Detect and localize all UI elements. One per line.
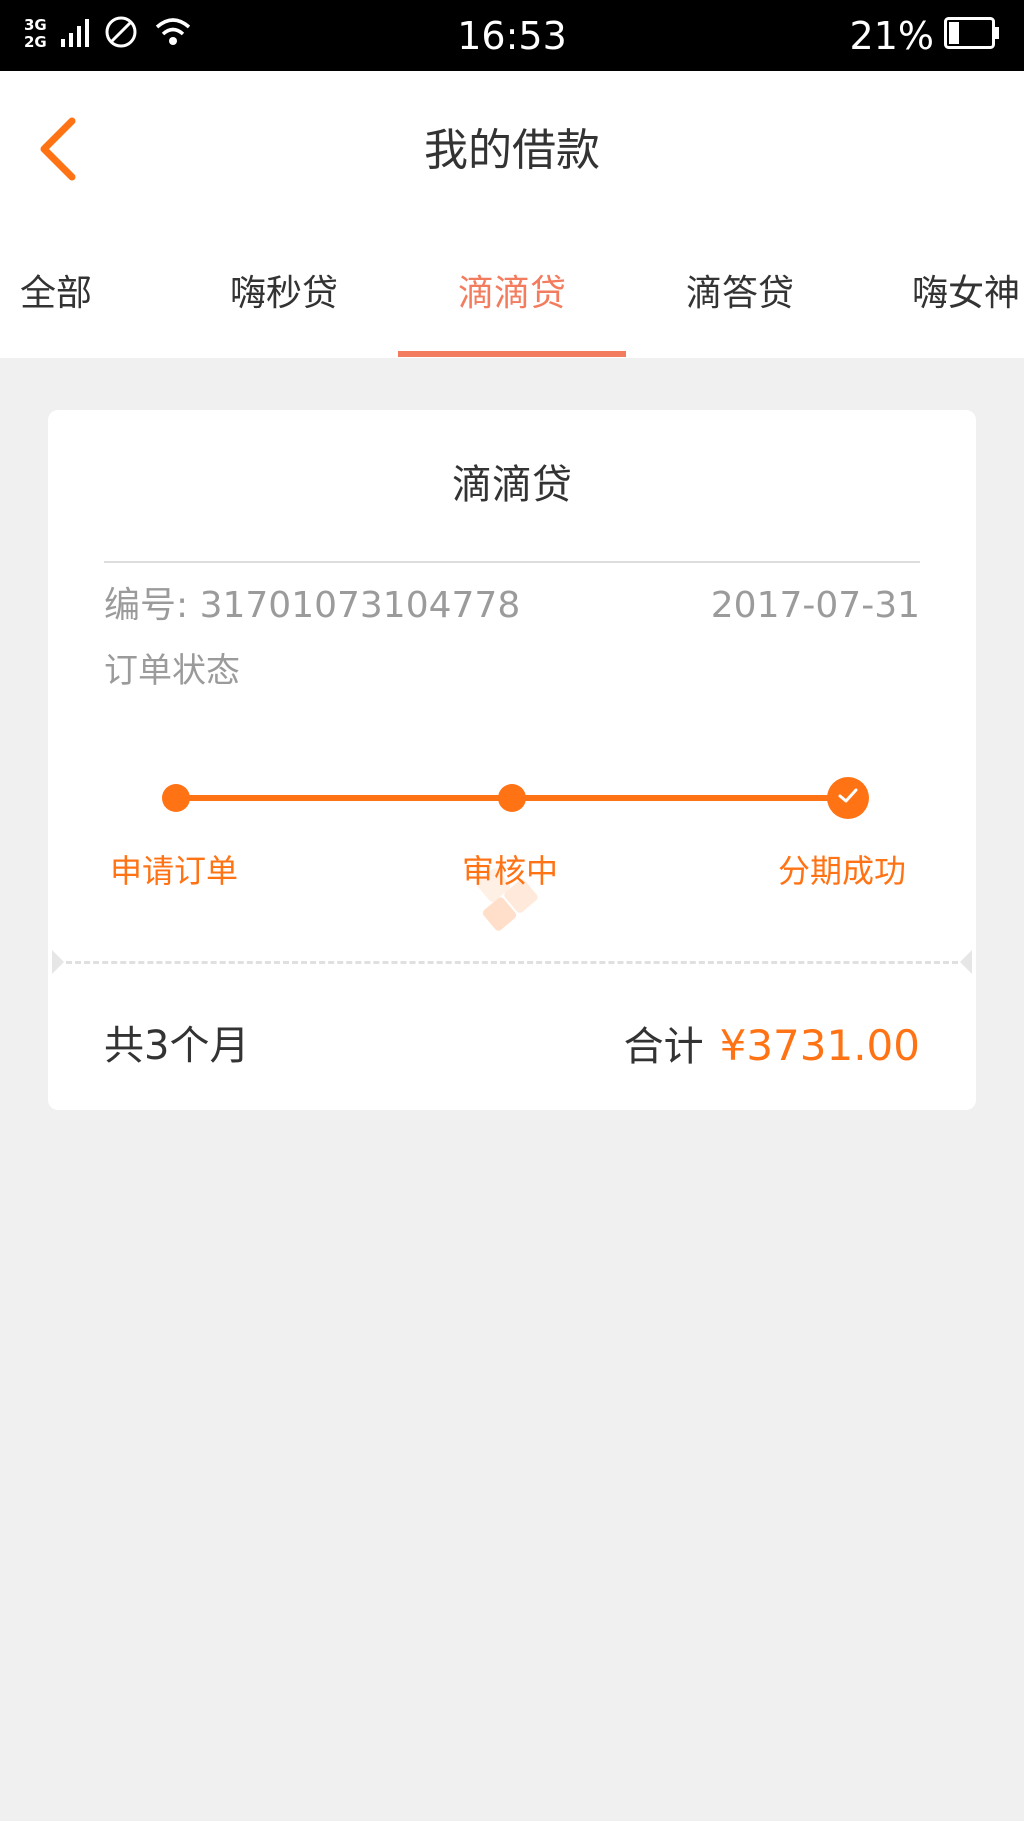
dashed-separator [66, 961, 958, 964]
total-summary: 合计 ¥3731.00 [624, 1020, 920, 1073]
tab-label: 滴滴贷 [457, 273, 566, 314]
order-status-label: 订单状态 [104, 651, 240, 691]
tab-didadai[interactable]: 滴答贷 [626, 240, 854, 358]
total-amount: ¥3731.00 [719, 1021, 920, 1070]
card-title: 滴滴贷 [452, 462, 572, 508]
tab-label: 嗨秒贷 [229, 273, 338, 314]
step-label-success: 分期成功 [778, 852, 907, 890]
step-label-apply: 申请订单 [110, 852, 239, 890]
tab-label: 嗨女神 [912, 273, 1021, 314]
battery-percent: 21% [849, 14, 934, 58]
tab-hainvshen[interactable]: 嗨女神 [854, 240, 1024, 358]
step-dot-apply [162, 784, 190, 812]
loan-months: 共3个月 [104, 1023, 250, 1069]
battery-icon [944, 14, 1000, 58]
status-right: 21% [850, 14, 1000, 58]
step-check-success [827, 777, 869, 819]
page-title: 我的借款 [424, 125, 600, 176]
status-bar: 3G 2G 16:53 21% [0, 0, 1024, 71]
tab-haimiaodai[interactable]: 嗨秒贷 [170, 240, 398, 358]
watermark-logo [453, 830, 563, 954]
tab-all[interactable]: 全部 [0, 240, 170, 358]
tab-didadai-active[interactable]: 滴滴贷 [398, 240, 626, 358]
ticket-notch-left [52, 950, 64, 974]
order-number: 编号: 31701073104778 [104, 585, 521, 626]
tab-active-indicator [398, 351, 626, 357]
check-icon [838, 788, 858, 808]
tab-label: 滴答贷 [685, 273, 794, 314]
category-tabs: 全部 嗨秒贷 滴滴贷 滴答贷 嗨女神 [0, 240, 1024, 358]
ticket-notch-right [960, 950, 972, 974]
order-date: 2017-07-31 [710, 585, 920, 626]
tab-label: 全部 [19, 273, 92, 314]
step-dot-review [498, 784, 526, 812]
loan-card[interactable]: 滴滴贷 编号: 31701073104778 2017-07-31 订单状态 申… [48, 410, 976, 1110]
total-label: 合计 [623, 1024, 704, 1070]
card-divider [104, 561, 920, 563]
